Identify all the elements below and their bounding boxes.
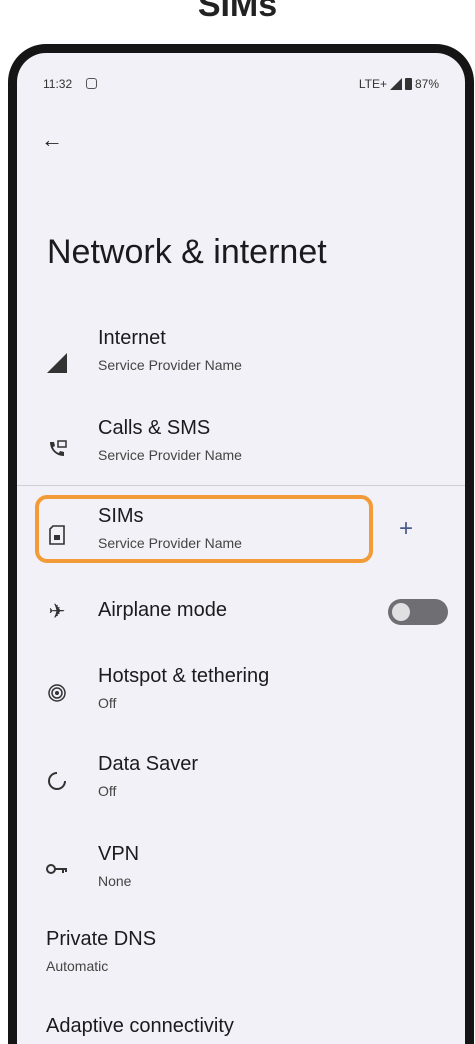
data-saver-title: Data Saver (98, 753, 199, 775)
airplane-toggle[interactable] (388, 599, 448, 625)
battery-icon (404, 78, 412, 90)
hotspot-subtitle: Off (98, 695, 117, 711)
private-dns-subtitle: Automatic (46, 958, 109, 974)
back-arrow-icon[interactable]: ← (37, 125, 67, 155)
airplane-title: Airplane mode (98, 599, 227, 621)
status-bar: 11:32 LTE+ 87% (37, 77, 445, 97)
section-divider (17, 485, 465, 486)
page-title: Network & internet (47, 233, 327, 271)
vpn-title: VPN (98, 843, 140, 865)
calls-title: Calls & SMS (98, 417, 211, 439)
hotspot-icon (43, 679, 71, 707)
toggle-knob (392, 603, 410, 621)
internet-title: Internet (98, 327, 166, 349)
phone-screen: 11:32 LTE+ 87% ← Network & internet Inte… (8, 44, 474, 1044)
data-saver-icon (43, 767, 71, 795)
highlight-box (35, 495, 373, 563)
list-item-data-saver[interactable]: Data Saver Off (17, 753, 465, 839)
airplane-icon: ✈ (48, 600, 66, 623)
calls-subtitle: Service Provider Name (98, 447, 242, 463)
signal-strength-icon (43, 349, 71, 377)
key-icon (43, 855, 71, 883)
battery-percent: 87% (414, 77, 439, 91)
heading: SIMs (197, 0, 278, 24)
vpn-subtitle: None (98, 873, 132, 889)
status-time: 11:32 (43, 77, 73, 91)
adaptive-connectivity-title[interactable]: Adaptive connectivity (46, 1015, 234, 1038)
signal-icon (389, 78, 402, 90)
camera-icon (86, 78, 97, 89)
phone-call-icon (43, 435, 71, 463)
network-label: LTE+ (358, 77, 387, 91)
internet-subtitle: Service Provider Name (98, 357, 242, 373)
private-dns-title[interactable]: Private DNS (46, 928, 156, 951)
list-item-hotspot[interactable]: Hotspot & tethering Off (17, 663, 465, 749)
add-sim-button[interactable]: + (399, 515, 413, 543)
list-item-internet[interactable]: Internet Service Provider Name (17, 323, 465, 409)
list-item-vpn[interactable]: VPN None (17, 843, 465, 929)
data-saver-subtitle: Off (98, 783, 117, 799)
list-item-calls-sms[interactable]: Calls & SMS Service Provider Name (17, 413, 465, 499)
hotspot-title: Hotspot & tethering (98, 665, 270, 687)
